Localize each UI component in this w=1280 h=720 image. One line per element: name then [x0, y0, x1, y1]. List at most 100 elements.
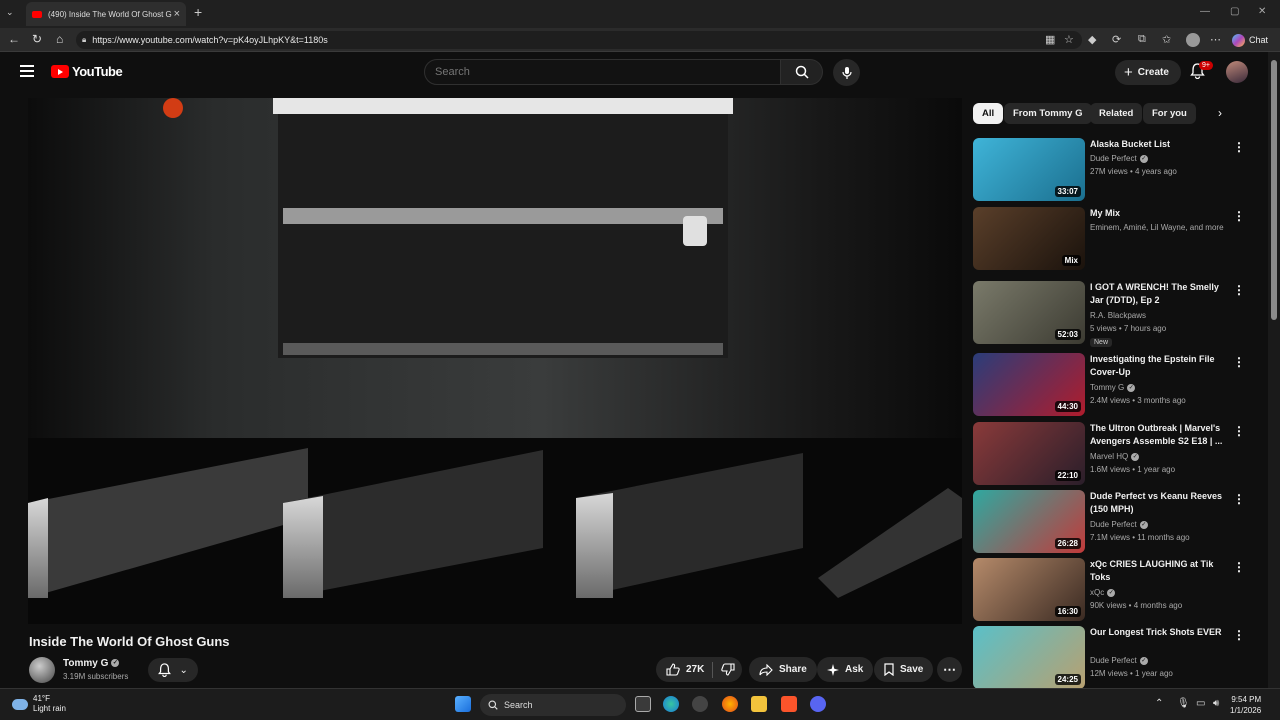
ask-button[interactable]: Ask	[817, 657, 874, 682]
recommendation-item[interactable]: Mix My Mix Eminem, Aminé, Lil Wayne, and m…	[973, 207, 1253, 271]
recommendation-channel[interactable]: Eminem, Aminé, Lil Wayne, and more	[1090, 223, 1224, 232]
video-thumbnail[interactable]: 26:28	[973, 490, 1085, 553]
recommendation-title[interactable]: xQc CRIES LAUGHING at Tik Toks	[1090, 558, 1223, 584]
account-avatar[interactable]	[1226, 61, 1248, 83]
new-tab-icon[interactable]: +	[194, 4, 202, 20]
recommendation-item[interactable]: 24:25 Our Longest Trick Shots EVER Dude Pe…	[973, 626, 1253, 690]
brave-browser-icon[interactable]	[781, 696, 797, 712]
windows-start-icon[interactable]	[455, 696, 471, 712]
more-vertical-icon[interactable]: ⋮	[1233, 355, 1245, 369]
recommendation-item[interactable]: 44:30 Investigating the Epstein File Cove…	[973, 353, 1253, 417]
favorite-star-icon[interactable]: ☆	[1064, 33, 1074, 46]
weather-widget[interactable]: 41°F Light rain	[12, 694, 66, 714]
subscribed-notification-button[interactable]: ⌄	[148, 658, 198, 682]
chevron-right-icon[interactable]: ›	[1218, 106, 1222, 120]
home-icon[interactable]: ⌂	[56, 32, 63, 46]
menu-hamburger-icon[interactable]	[20, 65, 34, 80]
close-window-icon[interactable]: ✕	[1258, 6, 1266, 17]
scrollbar-thumb[interactable]	[1271, 60, 1277, 320]
sync-icon[interactable]: ⟳	[1112, 33, 1121, 46]
recommendation-channel[interactable]: xQc ✓	[1090, 588, 1116, 597]
more-vertical-icon[interactable]: ⋮	[1233, 140, 1245, 154]
browser-tab[interactable]: (490) Inside The World Of Ghost G ×	[26, 2, 186, 26]
chip-for-you[interactable]: For you	[1143, 103, 1196, 124]
recommendation-channel[interactable]: Marvel HQ ✓	[1090, 452, 1140, 461]
like-button[interactable]: 27K	[666, 663, 704, 676]
more-vertical-icon[interactable]: ⋮	[1233, 628, 1245, 642]
split-screen-icon[interactable]: ⧉	[1138, 33, 1146, 46]
video-thumbnail[interactable]: 22:10	[973, 422, 1085, 485]
recommendation-item[interactable]: 26:28 Dude Perfect vs Keanu Reeves (150 M…	[973, 490, 1253, 554]
create-button[interactable]: + Create	[1115, 60, 1181, 85]
network-icon[interactable]: ▭	[1196, 698, 1205, 709]
recommendation-title[interactable]: Dude Perfect vs Keanu Reeves (150 MPH)	[1090, 490, 1223, 516]
task-view-icon[interactable]	[635, 696, 651, 712]
profile-avatar[interactable]	[1186, 33, 1200, 47]
firefox-icon[interactable]	[722, 696, 738, 712]
more-vertical-icon[interactable]: ⋮	[1233, 560, 1245, 574]
chip-all[interactable]: All	[973, 103, 1004, 124]
more-menu-icon[interactable]: ⋯	[1210, 33, 1221, 46]
save-button[interactable]: Save	[874, 657, 934, 682]
recommendation-channel[interactable]: Tommy G ✓	[1090, 383, 1136, 392]
edge-browser-icon[interactable]	[663, 696, 679, 712]
volume-icon[interactable]: 🔊︎	[1213, 698, 1219, 709]
microphone-icon[interactable]: 🎙︎	[1177, 698, 1190, 709]
favorites-icon[interactable]: ✩	[1162, 33, 1171, 46]
recommendation-title[interactable]: The Ultron Outbreak | Marvel's Avengers …	[1090, 422, 1223, 448]
recommendation-title[interactable]: I GOT A WRENCH! The Smelly Jar (7DTD), E…	[1090, 281, 1223, 307]
recommendation-channel[interactable]: R.A. Blackpaws	[1090, 311, 1146, 320]
chip-from-channel[interactable]: From Tommy G	[1004, 103, 1092, 124]
more-vertical-icon[interactable]: ⋮	[1233, 283, 1245, 297]
recommendation-channel[interactable]: Dude Perfect ✓	[1090, 520, 1148, 529]
video-thumbnail[interactable]: Mix	[973, 207, 1085, 270]
file-explorer-icon[interactable]	[751, 696, 767, 712]
more-vertical-icon[interactable]: ⋮	[1233, 424, 1245, 438]
copilot-chat-button[interactable]: Chat	[1232, 31, 1268, 49]
chip-related[interactable]: Related	[1090, 103, 1143, 124]
video-thumbnail[interactable]: 44:30	[973, 353, 1085, 416]
recommendation-item[interactable]: 16:30 xQc CRIES LAUGHING at Tik Toks xQc ✓ 9…	[973, 558, 1253, 622]
recommendation-title[interactable]: Alaska Bucket List	[1090, 138, 1223, 151]
recommendation-channel[interactable]: Dude Perfect ✓	[1090, 656, 1148, 665]
video-thumbnail[interactable]: 16:30	[973, 558, 1085, 621]
video-thumbnail[interactable]: 52:03	[973, 281, 1085, 344]
minimize-icon[interactable]: —	[1200, 6, 1210, 17]
chevron-up-icon[interactable]: ⌃	[1155, 698, 1163, 709]
back-icon[interactable]: ←	[8, 32, 20, 46]
youtube-logo[interactable]: YouTube	[51, 64, 123, 79]
search-input[interactable]	[424, 59, 781, 85]
recommendation-item[interactable]: 33:07 Alaska Bucket List Dude Perfect ✓ 27M …	[973, 138, 1253, 202]
voice-search-button[interactable]	[833, 59, 860, 86]
video-player[interactable]	[28, 98, 962, 624]
recommendation-item[interactable]: 22:10 The Ultron Outbreak | Marvel's Aven…	[973, 422, 1253, 486]
video-thumbnail[interactable]: 33:07	[973, 138, 1085, 201]
search-button[interactable]	[781, 59, 823, 85]
sparkle-icon	[827, 663, 839, 676]
more-vertical-icon[interactable]: ⋮	[1233, 209, 1245, 223]
recommendation-title[interactable]: Investigating the Epstein File Cover-Up	[1090, 353, 1223, 379]
refresh-icon[interactable]: ↻	[32, 32, 42, 46]
address-bar[interactable]: 🔒︎ https://www.youtube.com/watch?v=pK4oy…	[76, 31, 1082, 49]
share-button[interactable]: Share	[749, 657, 817, 682]
app-install-icon[interactable]: ▦	[1045, 33, 1055, 46]
system-clock[interactable]: 9:54 PM 1/1/2026	[1230, 694, 1261, 716]
channel-avatar[interactable]	[29, 657, 55, 683]
extension-icon[interactable]: ◆	[1088, 33, 1096, 46]
more-vertical-icon[interactable]: ⋮	[1233, 492, 1245, 506]
thumbs-down-icon[interactable]	[721, 663, 735, 676]
taskbar-search[interactable]: Search	[480, 694, 626, 716]
tab-list-chevron-icon[interactable]: ⌄	[6, 7, 14, 18]
recommendation-channel[interactable]: Dude Perfect ✓	[1090, 154, 1148, 163]
maximize-icon[interactable]: ▢	[1230, 6, 1239, 17]
video-thumbnail[interactable]: 24:25	[973, 626, 1085, 689]
recommendation-item[interactable]: 52:03 I GOT A WRENCH! The Smelly Jar (7DT…	[973, 281, 1253, 347]
close-tab-icon[interactable]: ×	[174, 8, 180, 20]
page-scrollbar[interactable]	[1268, 52, 1280, 688]
more-actions-button[interactable]: ⋯	[937, 657, 962, 682]
discord-icon[interactable]	[810, 696, 826, 712]
recommendation-title[interactable]: My Mix	[1090, 207, 1223, 220]
app-icon[interactable]	[692, 696, 708, 712]
recommendation-title[interactable]: Our Longest Trick Shots EVER	[1090, 626, 1223, 639]
channel-name[interactable]: Tommy G ✓	[63, 658, 120, 669]
